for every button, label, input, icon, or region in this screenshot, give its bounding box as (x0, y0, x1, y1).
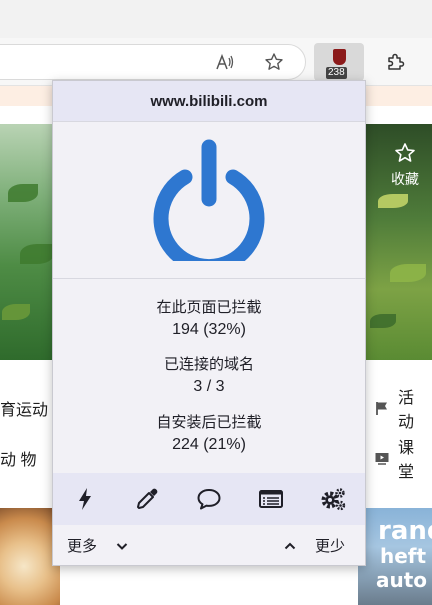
blocked-on-page-label: 在此页面已拦截 (156, 299, 262, 316)
more-button[interactable]: 更多 (67, 535, 129, 556)
video-thumbnail[interactable] (0, 508, 60, 605)
extensions-puzzle-icon[interactable] (383, 50, 407, 74)
ublock-extension-button[interactable]: 238 (314, 43, 364, 81)
ublock-popup: www.bilibili.com 在此页面已拦截 194 (32%) 已连接的域… (52, 80, 366, 566)
favorite-star-icon[interactable] (262, 50, 286, 74)
blocked-on-page-value: 194 (32%) (172, 321, 246, 338)
category-item[interactable]: 课 堂 (374, 440, 432, 481)
speech-bubble-icon[interactable] (195, 485, 223, 513)
domains-connected-value: 3 / 3 (193, 378, 225, 395)
category-label: 活 动 (398, 390, 415, 431)
power-icon (153, 139, 265, 275)
favorite-label: 收藏 (391, 171, 419, 187)
browser-toolbar: 238 (0, 38, 432, 86)
blocked-since-install-label: 自安装后已拦截 (156, 414, 262, 431)
popup-hostname: www.bilibili.com (53, 81, 365, 122)
power-switch-button[interactable] (153, 139, 265, 275)
logger-list-icon[interactable] (257, 485, 285, 513)
less-button[interactable]: 更少 (283, 535, 345, 556)
category-item[interactable]: 动 物 (0, 440, 36, 476)
less-label: 更少 (315, 538, 346, 555)
ublock-badge: 238 (326, 67, 347, 79)
category-item[interactable]: 育运动 (0, 390, 48, 426)
category-item[interactable]: 活 动 (374, 390, 432, 431)
domains-connected-label: 已连接的域名 (163, 356, 254, 373)
settings-gears-icon[interactable] (319, 485, 347, 513)
chevron-down-icon (115, 539, 129, 553)
tools-bar (53, 473, 365, 525)
lightning-icon[interactable] (71, 485, 99, 513)
favorite-button[interactable]: 收藏 (388, 142, 422, 189)
thumbnail-text: heft (380, 544, 427, 568)
more-less-bar: 更多 更少 (53, 525, 365, 565)
address-bar[interactable] (0, 44, 306, 80)
blocked-since-install-value: 224 (21%) (172, 436, 246, 453)
thumbnail-text: auto (376, 568, 428, 592)
ublock-shield-icon (333, 49, 346, 65)
star-outline-icon (395, 143, 415, 162)
flag-icon (374, 400, 390, 416)
classroom-icon (374, 450, 390, 466)
category-label: 育运动 (0, 402, 49, 419)
category-label: 课 堂 (398, 440, 415, 481)
thumbnail-text: rand (378, 516, 432, 546)
video-thumbnail[interactable]: rand heft auto (358, 508, 432, 605)
video-thumbnail[interactable] (0, 124, 60, 360)
browser-tab-strip (0, 0, 432, 38)
read-aloud-icon[interactable] (213, 50, 237, 74)
category-label: 动 物 (0, 452, 37, 469)
eyedropper-icon[interactable] (133, 485, 161, 513)
more-label: 更多 (67, 538, 98, 555)
chevron-up-icon (283, 539, 297, 553)
divider (53, 278, 365, 279)
